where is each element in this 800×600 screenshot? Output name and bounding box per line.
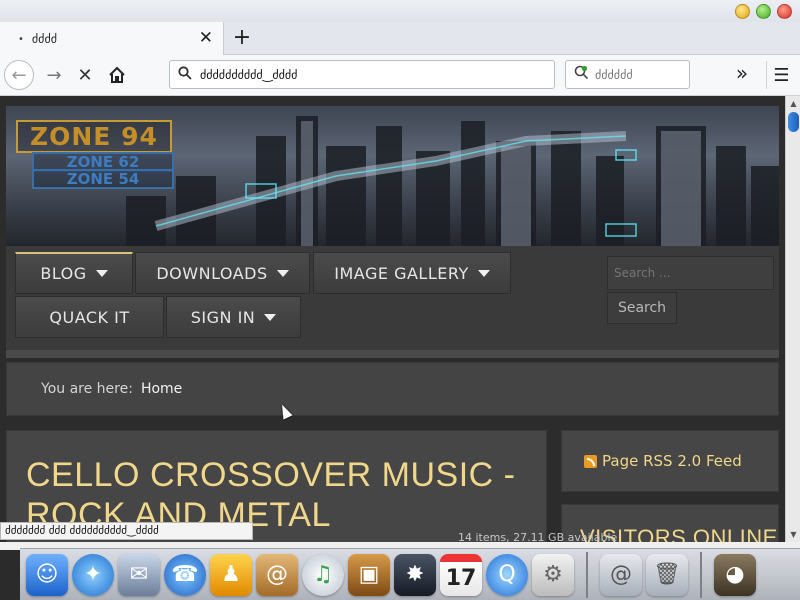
forward-arrow-icon[interactable]: → (40, 61, 68, 89)
iphoto-icon[interactable]: ▣ (348, 553, 390, 596)
dock: ☺ ✦ ✉ ☎ ♟ @ ♫ ▣ ✸ 17 Q ⚙ @ 🗑 ◕ (20, 548, 800, 600)
site-logo-sub-2: ZONE 54 (32, 169, 174, 189)
site-logo[interactable]: ZONE 94 (16, 120, 172, 153)
stop-icon[interactable]: ✕ (71, 61, 99, 89)
status-bar: ძძძძძძძ ძძძ ძძძძძძძძძძ‿ძძძძ (0, 522, 253, 540)
browser-tab[interactable]: • ძძძძ ✕ (0, 22, 224, 56)
finder-icon[interactable]: ☺ (26, 553, 68, 596)
scroll-down-icon[interactable]: ▼ (788, 529, 799, 540)
tab-title: ძძძძ (31, 32, 57, 46)
nav-item-label: QUACK IT (49, 307, 130, 327)
mail-stamp-icon[interactable]: ✉ (118, 553, 160, 596)
back-arrow-icon[interactable]: ← (4, 60, 34, 90)
breadcrumb: You are here: Home (6, 362, 779, 416)
browser-search-input[interactable] (595, 67, 685, 82)
hamburger-menu-icon[interactable]: ☰ (766, 61, 796, 89)
overflow-chevron-icon[interactable]: » (730, 61, 754, 85)
finder-status-text: 14 items, 27.11 GB available (458, 531, 618, 544)
search-icon (178, 65, 192, 84)
url-input[interactable] (200, 67, 530, 82)
minimize-button[interactable] (735, 4, 750, 19)
raccoon-app-icon[interactable]: ◕ (714, 553, 756, 596)
breadcrumb-home-link[interactable]: Home (141, 381, 182, 397)
site-search-button[interactable]: Search (607, 292, 677, 324)
nav-item-label: BLOG (40, 264, 87, 283)
caret-down-icon (477, 269, 490, 277)
ichat-icon[interactable]: ☎ (164, 553, 206, 596)
page-viewport: ZONE 94 ZONE 62 ZONE 54 BLOG DOWNLOADS I… (0, 96, 785, 542)
home-icon[interactable] (103, 61, 131, 89)
nav-item-downloads[interactable]: DOWNLOADS (135, 252, 310, 294)
close-window-button[interactable] (777, 4, 792, 19)
address-bar[interactable] (169, 60, 555, 89)
safari-icon[interactable]: ✦ (72, 553, 114, 596)
rss-feed-label: Page RSS 2.0 Feed (602, 452, 742, 470)
nav-item-label: SIGN IN (190, 307, 256, 327)
nav-item-label: IMAGE GALLERY (334, 263, 469, 283)
caret-down-icon (95, 270, 108, 277)
window-titlebar (0, 0, 800, 22)
address-book-icon[interactable]: @ (256, 553, 298, 596)
nav-item-image-gallery[interactable]: IMAGE GALLERY (313, 252, 511, 294)
site-main-nav: BLOG DOWNLOADS IMAGE GALLERY QUACK IT SI… (6, 246, 779, 350)
tab-loading-dot: • (18, 33, 24, 45)
nav-item-label: DOWNLOADS (156, 263, 268, 283)
caret-down-icon (264, 313, 277, 321)
quicktime-icon[interactable]: Q (486, 553, 528, 596)
rss-icon (584, 454, 597, 468)
imovie-icon[interactable]: ✸ (394, 553, 436, 596)
scroll-up-icon[interactable]: ▲ (788, 98, 799, 109)
nav-item-blog[interactable]: BLOG (15, 252, 133, 294)
tab-close-icon[interactable]: ✕ (199, 29, 213, 47)
itunes-icon[interactable]: ♫ (302, 553, 344, 596)
site-search-input[interactable] (607, 256, 774, 290)
browser-search-box[interactable] (565, 60, 690, 89)
mail-drop-icon[interactable]: @ (600, 553, 642, 596)
tab-strip: • ძძძძ ✕ + (0, 22, 800, 56)
page-scrollbar[interactable]: ▲ ▼ (785, 96, 800, 542)
zoom-button[interactable] (756, 4, 771, 19)
system-preferences-icon[interactable]: ⚙ (532, 553, 574, 596)
ical-icon[interactable]: 17 (440, 553, 482, 596)
breadcrumb-prefix: You are here: (41, 381, 133, 397)
rss-feed-link[interactable]: Page RSS 2.0 Feed (561, 430, 779, 492)
nav-divider (6, 350, 779, 358)
nav-item-sign-in[interactable]: SIGN IN (166, 296, 301, 338)
caret-down-icon (276, 269, 289, 277)
dock-separator (700, 551, 702, 598)
dock-separator (586, 551, 588, 598)
site-banner: ZONE 94 ZONE 62 ZONE 54 (6, 106, 779, 246)
navigation-toolbar: ← → ✕ » ☰ (0, 55, 800, 96)
window-controls (735, 4, 792, 19)
aim-icon[interactable]: ♟ (210, 553, 252, 596)
scroll-thumb[interactable] (788, 112, 799, 132)
new-tab-button[interactable]: + (230, 25, 254, 51)
trash-icon[interactable]: 🗑 (646, 553, 688, 596)
search-engine-icon[interactable] (574, 65, 589, 84)
nav-item-quack-it[interactable]: QUACK IT (15, 296, 164, 338)
